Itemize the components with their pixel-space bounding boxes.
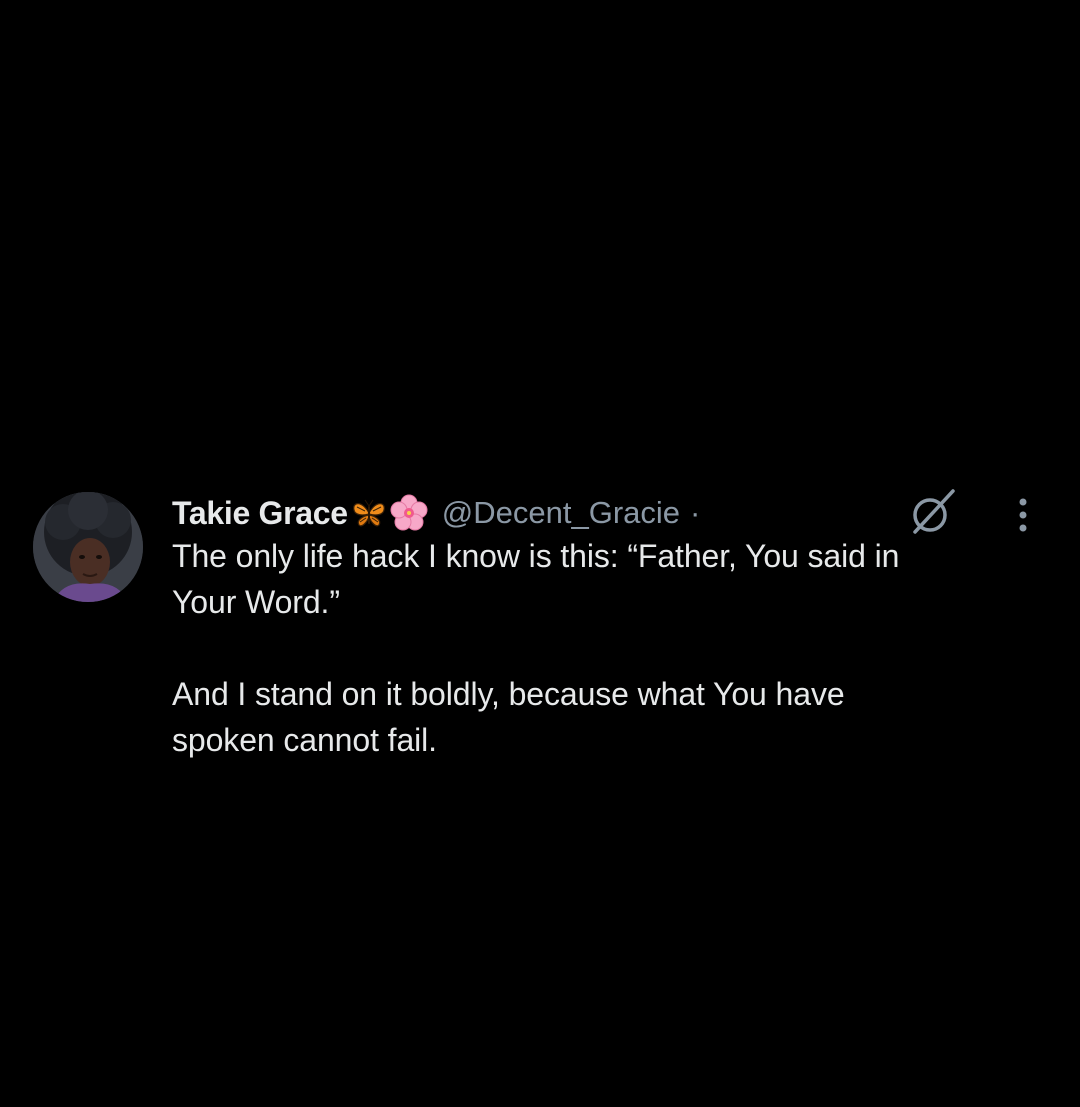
display-name[interactable]: Takie Grace (172, 495, 348, 532)
avatar-image (33, 492, 143, 602)
separator-dot: · (690, 495, 701, 530)
tweet-text: The only life hack I know is this: “Fath… (172, 533, 1022, 763)
tweet-header: Takie Grace @Decent_Gracie · (172, 480, 1027, 546)
butterfly-emoji-icon (350, 494, 388, 532)
tweet[interactable]: Takie Grace @Decent_Gracie · The only li… (0, 480, 1080, 780)
tweet-paragraph-1: The only life hack I know is this: “Fath… (172, 538, 900, 620)
tweet-paragraph-2: And I stand on it boldly, because what Y… (172, 676, 845, 758)
tweet-content: Takie Grace @Decent_Gracie · The only li… (172, 480, 1027, 763)
grok-icon[interactable] (907, 485, 961, 539)
more-vertical-icon[interactable] (1008, 495, 1038, 535)
avatar[interactable] (33, 492, 143, 602)
user-handle[interactable]: @Decent_Gracie (442, 495, 680, 531)
cherry-blossom-emoji-icon (390, 494, 428, 532)
